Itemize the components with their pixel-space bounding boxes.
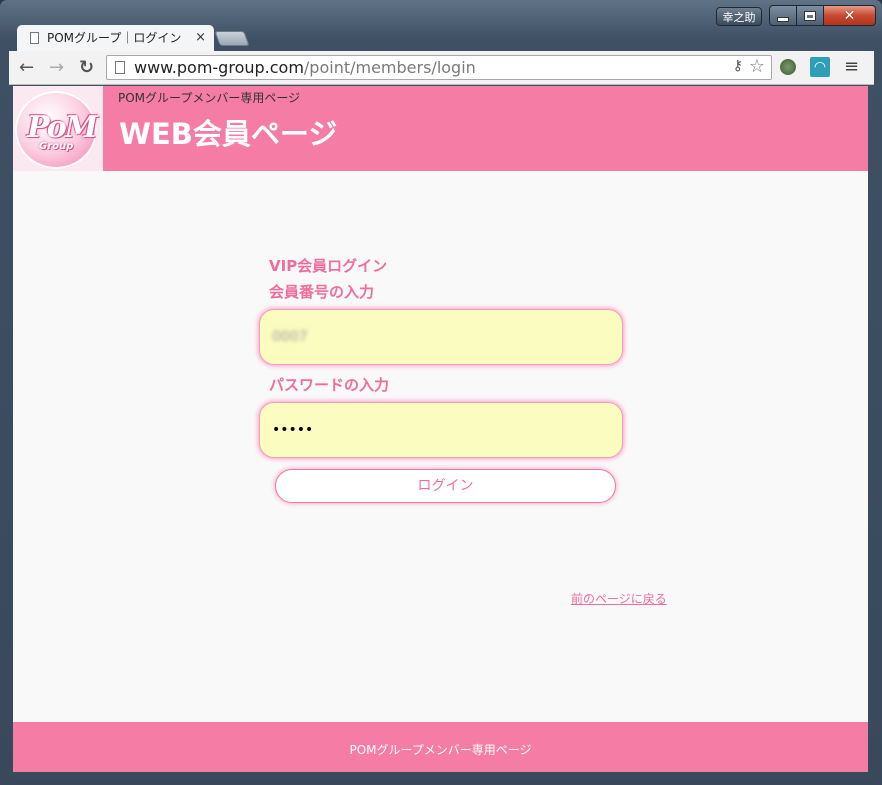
page-icon	[115, 61, 125, 74]
document-icon	[30, 32, 39, 44]
window-controls: ✕	[769, 5, 876, 26]
close-window-button[interactable]: ✕	[824, 5, 876, 26]
logo[interactable]: PoM Group	[13, 86, 103, 171]
close-icon: ✕	[843, 7, 856, 24]
logo-subtext: Group	[39, 141, 74, 152]
extension-wave-icon[interactable]: ◠	[810, 57, 830, 77]
address-bar[interactable]: www.pom-group.com/point/members/login ⚷ …	[106, 55, 772, 80]
menu-icon[interactable]: ≡	[844, 56, 859, 77]
login-button[interactable]: ログイン	[275, 469, 616, 503]
browser-tab[interactable]: POMグループ｜ログイン ×	[17, 25, 214, 51]
reload-icon[interactable]: ↻	[79, 58, 94, 78]
profile-badge[interactable]: 幸之助	[716, 7, 762, 26]
logo-text: PoM	[27, 110, 98, 145]
browser-toolbar: ← → ↻ www.pom-group.com/point/members/lo…	[9, 51, 874, 85]
maximize-button[interactable]	[797, 5, 824, 26]
password-label: パスワードの入力	[269, 376, 390, 394]
site-header: PoM Group POMグループメンバー専用ページ WEB会員ページ	[13, 86, 868, 171]
tab-close-icon[interactable]: ×	[195, 25, 206, 51]
new-tab-button[interactable]	[214, 31, 250, 46]
web-page: PoM Group POMグループメンバー専用ページ WEB会員ページ VIP会…	[13, 86, 868, 772]
page-title: WEB会員ページ	[119, 117, 338, 151]
browser-window: 幸之助 ✕ POMグループ｜ログイン × ← → ↻ www.pom-group…	[0, 0, 882, 785]
bookmark-star-icon[interactable]: ☆	[749, 56, 765, 77]
back-link[interactable]: 前のページに戻る	[571, 590, 667, 607]
minimize-button[interactable]	[769, 5, 797, 26]
url-host: www.pom-group.com	[134, 58, 304, 77]
url-text[interactable]: www.pom-group.com/point/members/login	[134, 58, 476, 78]
key-icon[interactable]: ⚷	[733, 58, 743, 74]
site-footer: POMグループメンバー専用ページ	[13, 722, 868, 772]
forward-icon[interactable]: →	[49, 58, 64, 78]
member-number-label: 会員番号の入力	[269, 283, 375, 301]
vip-login-heading: VIP会員ログイン	[269, 257, 388, 275]
url-path: /point/members/login	[303, 58, 476, 77]
extension-icon[interactable]	[780, 59, 796, 75]
back-icon[interactable]: ←	[19, 58, 34, 78]
maximize-icon	[805, 11, 815, 20]
window-bottom-edge	[9, 772, 874, 778]
tab-title: POMグループ｜ログイン	[47, 31, 182, 45]
minimize-icon	[778, 17, 788, 21]
password-field[interactable]	[259, 402, 623, 458]
header-subtitle: POMグループメンバー専用ページ	[118, 91, 301, 105]
member-number-input[interactable]	[272, 310, 602, 364]
member-number-field[interactable]	[259, 309, 623, 365]
password-input[interactable]	[272, 403, 602, 457]
